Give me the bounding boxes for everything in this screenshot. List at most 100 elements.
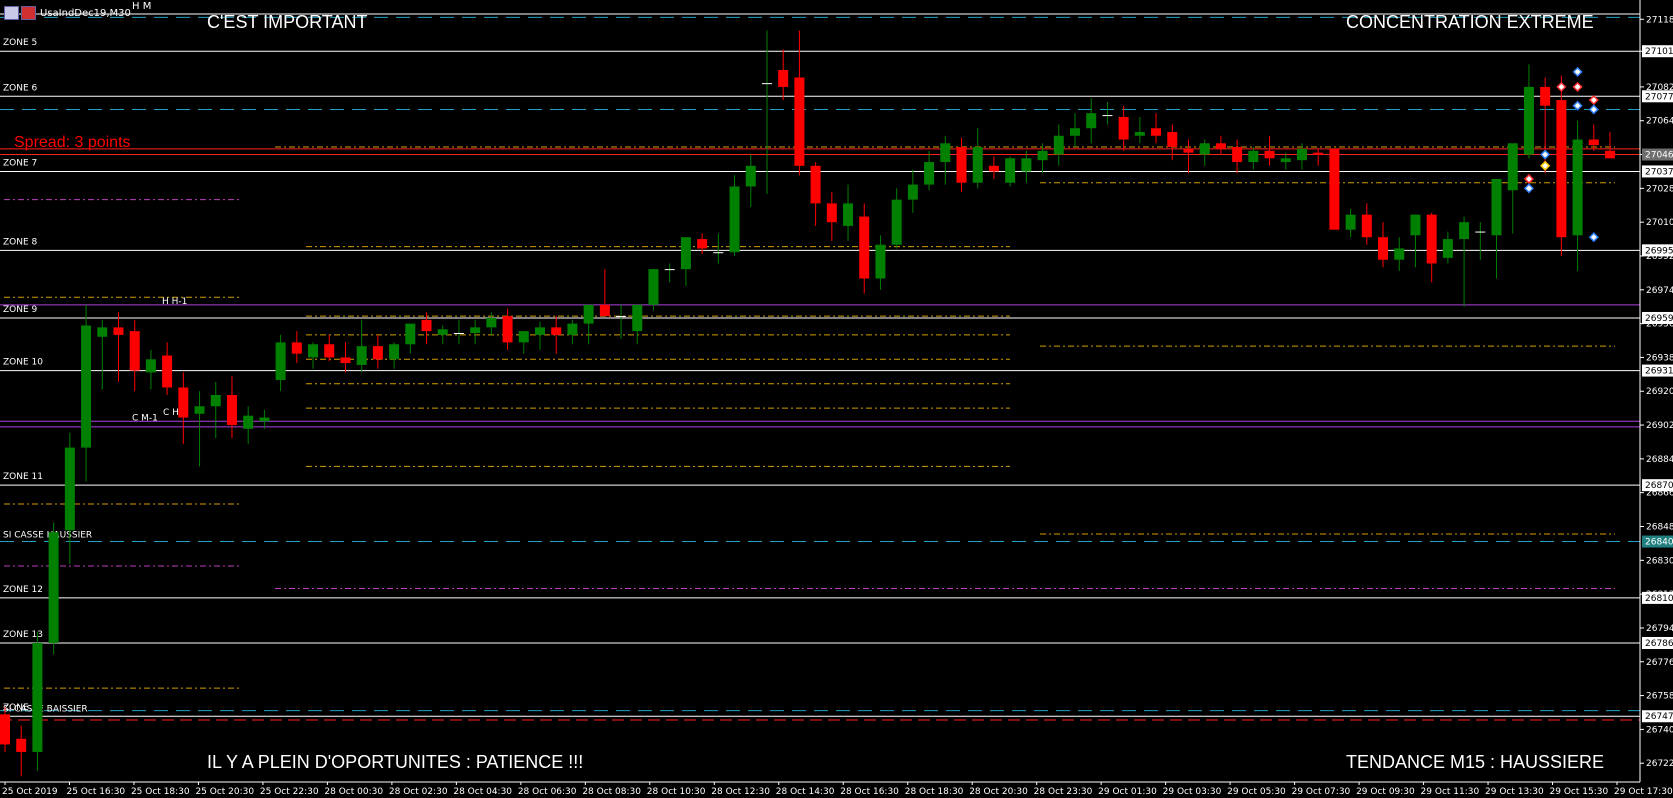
candle-body[interactable] — [97, 327, 108, 337]
candle-body[interactable] — [907, 184, 918, 200]
candle-body[interactable] — [1151, 128, 1162, 136]
candle-body[interactable] — [502, 316, 513, 343]
candle-body[interactable] — [616, 316, 627, 318]
candle-body[interactable] — [1329, 148, 1340, 230]
candle-body[interactable] — [567, 323, 578, 335]
candle-body[interactable] — [761, 83, 772, 85]
candle-body[interactable] — [843, 203, 854, 226]
candle-body[interactable] — [81, 325, 92, 448]
candle-body[interactable] — [1378, 237, 1389, 260]
candle-body[interactable] — [1572, 139, 1583, 236]
candle-body[interactable] — [16, 738, 27, 752]
candle-body[interactable] — [940, 143, 951, 163]
candle-body[interactable] — [1021, 158, 1032, 172]
candle-body[interactable] — [1475, 231, 1486, 233]
candle-body[interactable] — [32, 642, 43, 752]
candle-body[interactable] — [1442, 239, 1453, 258]
candle-body[interactable] — [1507, 143, 1518, 191]
candle-body[interactable] — [1037, 150, 1048, 161]
candle-body[interactable] — [1491, 178, 1502, 236]
candle-body[interactable] — [1345, 214, 1356, 230]
candle-body[interactable] — [1118, 116, 1129, 140]
candle-body[interactable] — [988, 165, 999, 172]
candle-body[interactable] — [421, 319, 432, 332]
candle-body[interactable] — [1232, 147, 1243, 163]
candle-body[interactable] — [1296, 148, 1307, 161]
candle-body[interactable] — [859, 216, 870, 279]
candle-body[interactable] — [891, 199, 902, 245]
candle-body[interactable] — [340, 357, 351, 364]
candle-body[interactable] — [794, 77, 805, 166]
candle-body[interactable] — [453, 333, 464, 335]
candle-body[interactable] — [372, 346, 383, 360]
candle-body[interactable] — [113, 327, 124, 335]
candle-body[interactable] — [178, 387, 189, 418]
candle-body[interactable] — [697, 239, 708, 249]
candle-body[interactable] — [437, 329, 448, 335]
chart-type-icon[interactable] — [21, 6, 36, 20]
candle-body[interactable] — [1134, 131, 1145, 136]
candle-body[interactable] — [1605, 150, 1615, 159]
candle-body[interactable] — [162, 355, 173, 388]
candle-body[interactable] — [1540, 86, 1551, 106]
candle-body[interactable] — [535, 327, 545, 335]
candle-body[interactable] — [1426, 214, 1437, 264]
price-chart[interactable]: ZONE 5 ZONE 6 ZONE 7 ZONE 8 ZONE 9 ZONE 10 ZON… — [0, 0, 1673, 798]
candle-body[interactable] — [713, 252, 724, 254]
candle-body[interactable] — [551, 327, 562, 335]
candle-body[interactable] — [308, 344, 319, 358]
chart-window-icon[interactable] — [4, 6, 19, 20]
candle-body[interactable] — [1394, 248, 1405, 260]
candle-body[interactable] — [648, 269, 659, 305]
candle-body[interactable] — [1459, 222, 1470, 240]
candle-body[interactable] — [1556, 100, 1567, 238]
candle-body[interactable] — [129, 331, 140, 371]
candle-body[interactable] — [64, 447, 75, 531]
candle-body[interactable] — [1588, 139, 1599, 146]
candle-body[interactable] — [226, 395, 237, 426]
candle-body[interactable] — [1313, 152, 1324, 155]
candle-body[interactable] — [1183, 148, 1194, 153]
candle-body[interactable] — [745, 165, 756, 187]
candle-body[interactable] — [1215, 143, 1226, 149]
candle-body[interactable] — [243, 415, 254, 429]
candle-body[interactable] — [1264, 150, 1275, 159]
candle-body[interactable] — [972, 147, 983, 183]
candle-body[interactable] — [259, 417, 270, 422]
candle-body[interactable] — [1086, 113, 1097, 129]
candle-body[interactable] — [470, 327, 481, 334]
candle-body[interactable] — [778, 69, 789, 87]
candle-body[interactable] — [356, 346, 367, 365]
candle-body[interactable] — [275, 342, 286, 380]
candle-body[interactable] — [664, 269, 675, 271]
candle-body[interactable] — [1070, 128, 1080, 136]
candle-body[interactable] — [389, 344, 400, 360]
candle-body[interactable] — [956, 147, 967, 183]
candle-body[interactable] — [632, 304, 643, 332]
candle-body[interactable] — [324, 344, 335, 358]
candle-body[interactable] — [405, 323, 416, 345]
candle-body[interactable] — [194, 406, 205, 414]
candle-body[interactable] — [1523, 86, 1534, 155]
candle-body[interactable] — [145, 359, 156, 373]
candle-body[interactable] — [1361, 214, 1372, 238]
candle-body[interactable] — [875, 244, 886, 279]
candle-body[interactable] — [1199, 143, 1210, 155]
candle-body[interactable] — [583, 304, 594, 324]
candle-body[interactable] — [0, 714, 10, 745]
candle-body[interactable] — [1410, 214, 1421, 236]
candle-body[interactable] — [599, 304, 610, 317]
candle-body[interactable] — [291, 342, 302, 354]
candle-body[interactable] — [680, 237, 691, 270]
candle-body[interactable] — [486, 317, 497, 328]
candle-body[interactable] — [1167, 131, 1178, 148]
candle-body[interactable] — [48, 532, 59, 643]
candle-body[interactable] — [826, 203, 837, 223]
candle-body[interactable] — [729, 186, 740, 253]
candle-body[interactable] — [1280, 158, 1291, 163]
candle-body[interactable] — [1248, 150, 1259, 163]
candle-body[interactable] — [924, 162, 935, 185]
candle-body[interactable] — [1102, 115, 1113, 117]
candle-body[interactable] — [1053, 135, 1064, 155]
candle-body[interactable] — [210, 395, 221, 407]
